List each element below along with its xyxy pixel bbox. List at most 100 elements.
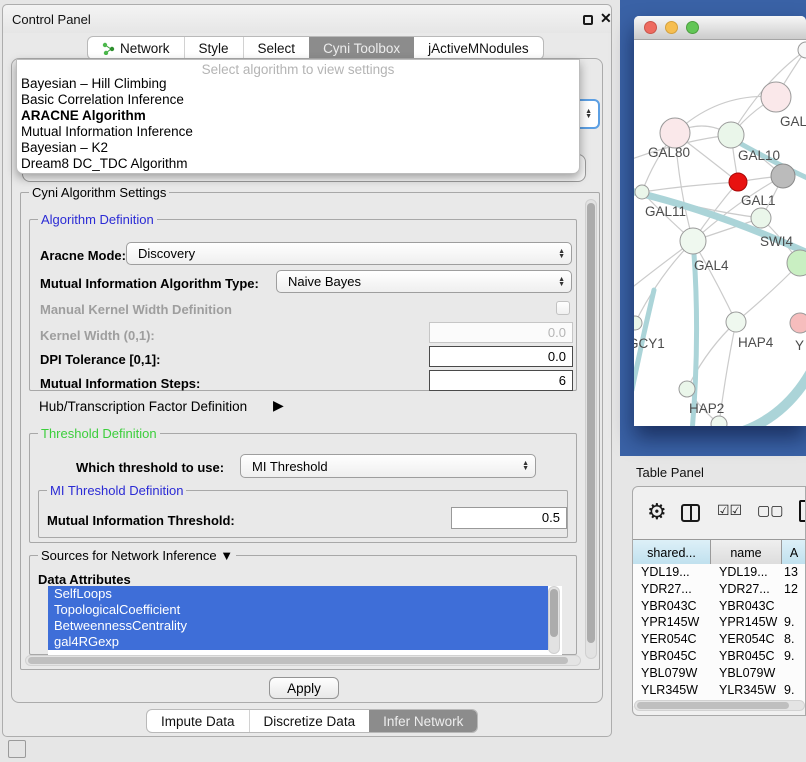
network-node-gal11[interactable] — [635, 185, 649, 199]
network-icon — [102, 42, 115, 55]
table-cell[interactable]: YDR27... — [633, 581, 711, 598]
close-icon[interactable]: ✕ — [600, 10, 612, 27]
collapse-arrow-icon[interactable]: ▼ — [220, 548, 233, 563]
table-cell[interactable]: YBR043C — [633, 598, 711, 615]
column-layout-icon[interactable] — [681, 504, 700, 522]
tab-infer-network[interactable]: Infer Network — [369, 710, 477, 732]
algorithm-option-dream8-dc-tdc-algorithm[interactable]: Dream8 DC_TDC Algorithm — [17, 156, 579, 172]
table-horizontal-scrollbar[interactable] — [634, 700, 805, 711]
network-node-red-node[interactable] — [729, 173, 747, 191]
algorithm-option-mutual-information-inference[interactable]: Mutual Information Inference — [17, 124, 579, 140]
table-cell[interactable]: YPR145W — [711, 614, 782, 631]
algorithm-option-basic-correlation-inference[interactable]: Basic Correlation Inference — [17, 92, 579, 108]
kernel-width-field[interactable]: 0.0 — [429, 322, 573, 343]
settings-horizontal-scrollbar-thumb[interactable] — [28, 657, 568, 664]
table-cell[interactable]: 9. — [782, 614, 806, 631]
network-node-gal7[interactable] — [761, 82, 791, 112]
network-node-gcy1[interactable] — [634, 316, 642, 330]
table-horizontal-scrollbar-thumb[interactable] — [637, 702, 789, 709]
table-cell[interactable]: 13 — [782, 564, 806, 581]
table-cell[interactable] — [782, 598, 806, 615]
table-cell[interactable]: 9. — [782, 682, 806, 699]
float-panel-icon[interactable] — [583, 15, 593, 25]
network-edge[interactable] — [693, 241, 736, 322]
tab-impute-data[interactable]: Impute Data — [147, 710, 249, 732]
close-window-icon[interactable] — [644, 21, 657, 34]
column-header-shared[interactable]: shared... — [633, 540, 711, 565]
column-header-a[interactable]: A — [782, 540, 806, 565]
table-cell[interactable]: YBR043C — [711, 598, 782, 615]
table-cell[interactable]: YBL079W — [633, 665, 711, 682]
algorithm-option-aracne-algorithm[interactable]: ARACNE Algorithm — [17, 108, 579, 124]
table-cell[interactable]: YLR345W — [633, 682, 711, 699]
attribute-item-topologicalcoefficient[interactable]: TopologicalCoefficient — [48, 602, 548, 618]
network-node-hap2[interactable] — [679, 381, 695, 397]
network-node-gal4[interactable] — [680, 228, 706, 254]
mi-type-combo[interactable]: Naive Bayes ▲▼ — [276, 270, 572, 293]
column-header-name[interactable]: name — [711, 540, 782, 565]
control-panel-titlebar: Control Panel ✕ — [3, 5, 611, 33]
attribute-item-betweennesscentrality[interactable]: BetweennessCentrality — [48, 618, 548, 634]
algorithm-option-bayesian-k2[interactable]: Bayesian – K2 — [17, 140, 579, 156]
mi-steps-field[interactable]: 6 — [429, 370, 573, 391]
attribute-item-gal4rgexp[interactable]: gal4RGexp — [48, 634, 548, 650]
deselect-all-checkboxes-icon[interactable]: ▢▢ — [757, 502, 783, 519]
tab-discretize-data[interactable]: Discretize Data — [249, 710, 370, 732]
aracne-mode-combo[interactable]: Discovery ▲▼ — [126, 242, 572, 265]
attributes-scrollbar-thumb[interactable] — [550, 589, 558, 637]
settings-vertical-scrollbar[interactable] — [585, 199, 597, 659]
network-window-titlebar[interactable] — [634, 16, 806, 40]
apply-button[interactable]: Apply — [269, 677, 339, 699]
zoom-window-icon[interactable] — [686, 21, 699, 34]
gear-icon[interactable]: ⚙ — [647, 499, 667, 525]
tab-network[interactable]: Network — [88, 37, 184, 59]
export-table-icon[interactable] — [799, 500, 806, 522]
table-cell[interactable]: YBR045C — [633, 648, 711, 665]
table-cell[interactable]: YPR145W — [633, 614, 711, 631]
attribute-item-selfloops[interactable]: SelfLoops — [48, 586, 548, 602]
table-cell[interactable] — [782, 665, 806, 682]
network-node-gal10[interactable] — [718, 122, 744, 148]
network-node-gray-node[interactable] — [771, 164, 795, 188]
minimized-panel-icon[interactable] — [8, 740, 26, 758]
network-canvas[interactable]: GAL7GAL80GAL10GAL1GAL11GAL4SWI4GCY1HAP4Y… — [634, 40, 806, 426]
node-label-y-node: Y — [795, 338, 804, 353]
settings-horizontal-scrollbar[interactable] — [25, 655, 581, 666]
network-node-y-node[interactable] — [790, 313, 806, 333]
table-row: YER054CYER054C8. — [633, 631, 806, 648]
table-cell[interactable]: YLR345W — [711, 682, 782, 699]
tab-jactivemnodules[interactable]: jActiveMNodules — [414, 37, 543, 59]
network-node-bottom-node[interactable] — [711, 416, 727, 426]
network-node-gal1[interactable] — [751, 208, 771, 228]
tab-select[interactable]: Select — [243, 37, 310, 59]
mi-threshold-field[interactable]: 0.5 — [451, 507, 567, 529]
table-cell[interactable]: 9. — [782, 648, 806, 665]
network-edge[interactable] — [734, 370, 806, 426]
algorithm-option-bayesian-hill-climbing[interactable]: Bayesian – Hill Climbing — [17, 76, 579, 92]
dropdown-placeholder: Select algorithm to view settings — [17, 60, 579, 76]
table-cell[interactable]: YDL19... — [633, 564, 711, 581]
attributes-scrollbar[interactable] — [548, 586, 560, 654]
network-edge[interactable] — [642, 182, 738, 192]
table-cell[interactable]: YER054C — [633, 631, 711, 648]
table-cell[interactable]: YBR045C — [711, 648, 782, 665]
which-threshold-combo[interactable]: MI Threshold ▲▼ — [240, 454, 536, 478]
network-edge[interactable] — [635, 241, 693, 323]
tab-style[interactable]: Style — [184, 37, 243, 59]
network-node-gal80[interactable] — [660, 118, 690, 148]
dpi-tolerance-field[interactable]: 0.0 — [429, 346, 573, 367]
table-cell[interactable]: YDR27... — [711, 581, 782, 598]
table-cell[interactable]: YDL19... — [711, 564, 782, 581]
network-node-hap4[interactable] — [726, 312, 746, 332]
table-cell[interactable]: 8. — [782, 631, 806, 648]
expand-arrow-icon[interactable]: ▶ — [273, 397, 284, 414]
tab-cyni-toolbox[interactable]: Cyni Toolbox — [309, 37, 414, 59]
settings-vertical-scrollbar-thumb[interactable] — [587, 203, 595, 643]
network-node-swi4[interactable] — [787, 250, 806, 276]
select-all-checkboxes-icon[interactable]: ☑☑ — [717, 502, 742, 519]
minimize-window-icon[interactable] — [665, 21, 678, 34]
table-cell[interactable]: YER054C — [711, 631, 782, 648]
table-cell[interactable]: YBL079W — [711, 665, 782, 682]
table-cell[interactable]: 12 — [782, 581, 806, 598]
manual-kernel-checkbox[interactable] — [556, 301, 570, 315]
